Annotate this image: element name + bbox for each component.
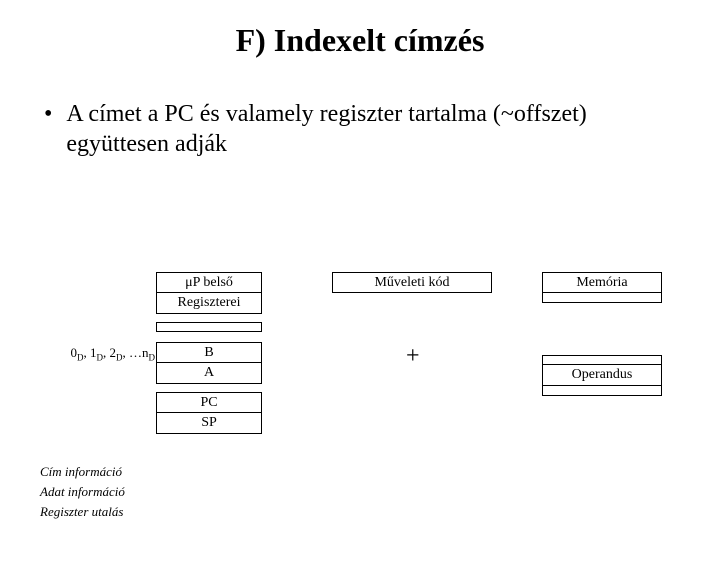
legend-adat: Adat információ [40, 484, 125, 500]
register-b: B [156, 342, 262, 363]
memory-spacer-bot [542, 386, 662, 396]
register-a: A [156, 363, 262, 384]
legend: Cím információ Adat információ Regiszter… [40, 464, 125, 524]
legend-regiszter: Regiszter utalás [40, 504, 125, 520]
memory-spacer-mid [542, 355, 662, 365]
bullet-dot: • [44, 99, 52, 159]
legend-cim: Cím információ [40, 464, 125, 480]
databus-label: 0D, 1D, 2D, …nD [40, 345, 155, 363]
register-pc: PC [156, 392, 262, 413]
memory-spacer-top [542, 293, 662, 303]
up-header-box: μP belső [156, 272, 262, 293]
slide-title: F) Indexelt címzés [0, 22, 720, 59]
memory-header-box: Memória [542, 272, 662, 293]
opcode-box: Műveleti kód [332, 272, 492, 293]
registers-label-box: Regiszterei [156, 293, 262, 314]
register-spacer [156, 322, 262, 332]
bullet-text: A címet a PC és valamely regiszter tarta… [66, 99, 676, 159]
bullet-list: • A címet a PC és valamely regiszter tar… [0, 99, 720, 159]
bullet-item: • A címet a PC és valamely regiszter tar… [44, 99, 676, 159]
diagram: μP belső Regiszterei B A PC SP 0D, 1D, 2… [0, 260, 720, 520]
memory-operand-box: Operandus [542, 365, 662, 386]
register-sp: SP [156, 413, 262, 434]
plus-symbol: + [406, 343, 420, 370]
